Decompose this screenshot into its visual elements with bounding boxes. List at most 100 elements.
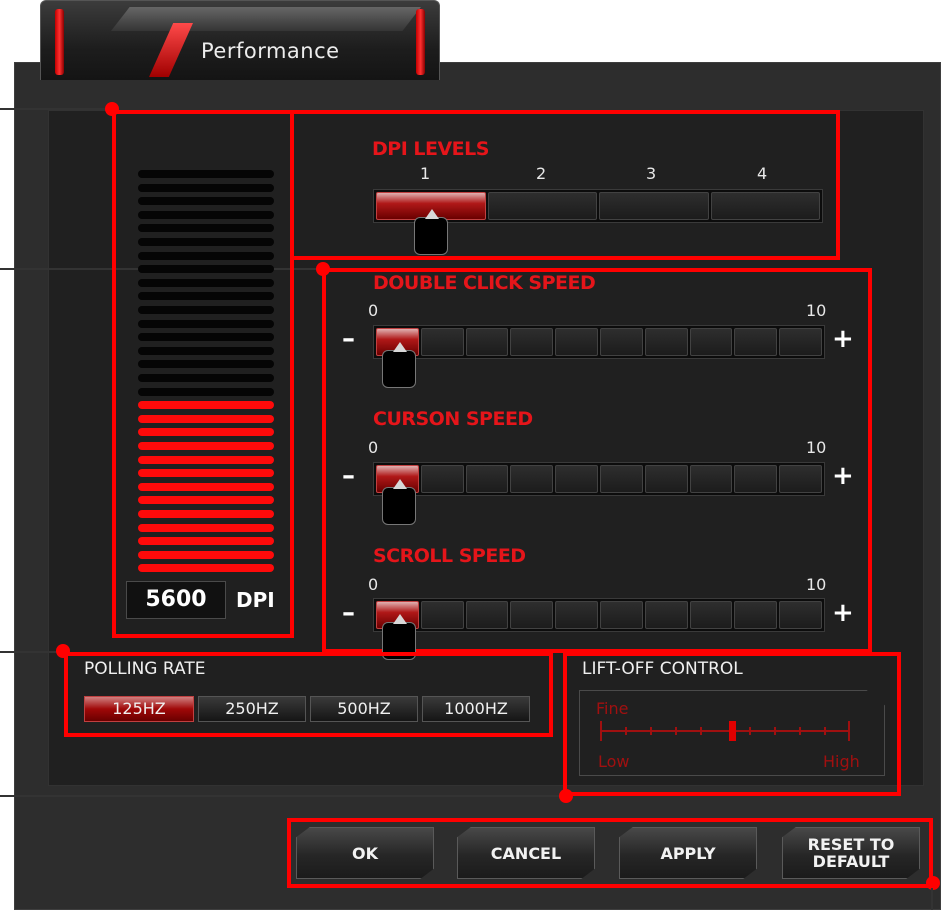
polling-option-1000[interactable]: 1000HZ bbox=[422, 696, 530, 722]
slider-segment[interactable] bbox=[420, 465, 464, 493]
slider-segment[interactable] bbox=[420, 601, 464, 629]
slider-segment[interactable] bbox=[689, 328, 733, 356]
dpi-meter-bar bbox=[138, 523, 274, 532]
slider-segment[interactable] bbox=[510, 328, 554, 356]
slider-segment[interactable] bbox=[510, 601, 554, 629]
slider-segment[interactable] bbox=[465, 601, 509, 629]
dpi-meter-bar bbox=[138, 510, 274, 518]
dpi-meter-bar bbox=[138, 210, 274, 219]
lift-off-label: LIFT-OFF CONTROL bbox=[582, 659, 743, 679]
lift-off-slider[interactable] bbox=[596, 716, 856, 746]
dpi-meter-bar bbox=[138, 414, 274, 423]
cursor-speed-slider[interactable] bbox=[373, 462, 825, 496]
reset-label-line1: RESET TO bbox=[807, 835, 895, 854]
dpi-meter-bar bbox=[138, 387, 274, 396]
polling-option-500[interactable]: 500HZ bbox=[310, 696, 418, 722]
double-click-speed-slider[interactable] bbox=[373, 325, 825, 359]
minus-icon[interactable]: – bbox=[342, 598, 355, 628]
slider-segment[interactable] bbox=[644, 601, 688, 629]
slider-segment[interactable] bbox=[734, 601, 778, 629]
dpi-meter-bar bbox=[138, 197, 274, 206]
ok-button[interactable]: OK bbox=[296, 827, 434, 879]
plus-icon[interactable]: + bbox=[832, 324, 854, 354]
dpi-meter-bar bbox=[138, 170, 274, 178]
dpi-meter-bar bbox=[138, 251, 274, 260]
dpi-meter-outline bbox=[112, 110, 294, 638]
dpi-meter-bar bbox=[138, 278, 274, 287]
dpi-level-segment[interactable] bbox=[710, 192, 820, 220]
dpi-level-number: 2 bbox=[536, 164, 547, 183]
cursor-speed-label: CURSON SPEED bbox=[373, 408, 533, 430]
dpi-value-field[interactable]: 5600 bbox=[126, 581, 226, 619]
slider-segment[interactable] bbox=[689, 601, 733, 629]
slider-segment[interactable] bbox=[555, 328, 598, 356]
slider-segment[interactable] bbox=[599, 328, 643, 356]
dpi-meter-bar bbox=[138, 360, 274, 369]
reset-to-default-button[interactable]: RESET TO DEFAULT bbox=[782, 827, 920, 879]
dpi-meter-bar bbox=[138, 238, 274, 246]
apply-button[interactable]: APPLY bbox=[619, 827, 757, 879]
slider-segment[interactable] bbox=[465, 328, 509, 356]
annotation-line bbox=[0, 795, 566, 797]
dpi-meter-bar bbox=[138, 224, 274, 233]
dpi-level-number: 1 bbox=[420, 164, 431, 183]
scroll-speed-slider[interactable] bbox=[373, 598, 825, 632]
slider-min-label: 0 bbox=[368, 575, 379, 594]
plus-icon[interactable]: + bbox=[832, 461, 854, 491]
cancel-button[interactable]: CANCEL bbox=[457, 827, 595, 879]
plus-icon[interactable]: + bbox=[832, 598, 854, 628]
slider-segment[interactable] bbox=[420, 328, 464, 356]
minus-icon[interactable]: – bbox=[342, 324, 355, 354]
slider-segment[interactable] bbox=[779, 601, 822, 629]
dpi-level-segment[interactable] bbox=[487, 192, 597, 220]
slider-knob-icon[interactable] bbox=[382, 342, 416, 388]
dpi-meter-bar bbox=[138, 333, 274, 342]
slider-segment[interactable] bbox=[555, 601, 598, 629]
slider-segment[interactable] bbox=[734, 465, 778, 493]
dpi-meter-bar bbox=[138, 319, 274, 328]
dpi-level-segment[interactable] bbox=[599, 192, 709, 220]
slider-max-label: 10 bbox=[806, 438, 827, 457]
tab-right-cap bbox=[416, 9, 425, 75]
slider-segment[interactable] bbox=[555, 465, 598, 493]
dpi-meter-bar bbox=[138, 374, 274, 382]
slider-segment[interactable] bbox=[510, 465, 554, 493]
slider-segment[interactable] bbox=[779, 328, 822, 356]
slider-max-label: 10 bbox=[806, 301, 827, 320]
dpi-meter-bar bbox=[138, 346, 274, 355]
dpi-meter-bar bbox=[138, 469, 274, 478]
lift-off-low-label: Low bbox=[598, 752, 630, 771]
annotation-dot bbox=[56, 644, 70, 658]
dpi-meter-bar bbox=[138, 564, 274, 573]
dpi-meter-bar bbox=[138, 442, 274, 450]
slider-knob-icon[interactable] bbox=[382, 479, 416, 525]
dpi-meter-bar bbox=[138, 292, 274, 301]
dpi-meter-bar bbox=[138, 428, 274, 437]
annotation-dot bbox=[926, 876, 940, 890]
tab-performance[interactable]: Performance bbox=[40, 0, 440, 80]
slider-segment[interactable] bbox=[644, 465, 688, 493]
lift-off-thumb[interactable] bbox=[729, 721, 736, 741]
tab-bevel bbox=[111, 7, 421, 31]
annotation-line bbox=[931, 888, 933, 910]
dpi-levels-label: DPI LEVELS bbox=[372, 138, 489, 160]
slider-min-label: 0 bbox=[368, 438, 379, 457]
polling-option-125[interactable]: 125HZ bbox=[84, 696, 194, 722]
dpi-meter-bar bbox=[138, 496, 274, 505]
dpi-meter-bar bbox=[138, 265, 274, 274]
minus-icon[interactable]: – bbox=[342, 461, 355, 491]
slider-segment[interactable] bbox=[599, 601, 643, 629]
slider-segment[interactable] bbox=[644, 328, 688, 356]
dpi-meter-bar bbox=[138, 401, 274, 410]
slider-segment[interactable] bbox=[734, 328, 778, 356]
slider-segment[interactable] bbox=[599, 465, 643, 493]
dpi-meter-bar bbox=[138, 183, 274, 192]
annotation-dot bbox=[105, 102, 119, 116]
scroll-speed-label: SCROLL SPEED bbox=[373, 545, 526, 567]
slider-segment[interactable] bbox=[779, 465, 822, 493]
polling-rate-options: 125HZ 250HZ 500HZ 1000HZ bbox=[84, 696, 534, 724]
slider-segment[interactable] bbox=[465, 465, 509, 493]
slider-segment[interactable] bbox=[689, 465, 733, 493]
dpi-level-knob-icon[interactable] bbox=[414, 209, 448, 255]
polling-option-250[interactable]: 250HZ bbox=[198, 696, 306, 722]
